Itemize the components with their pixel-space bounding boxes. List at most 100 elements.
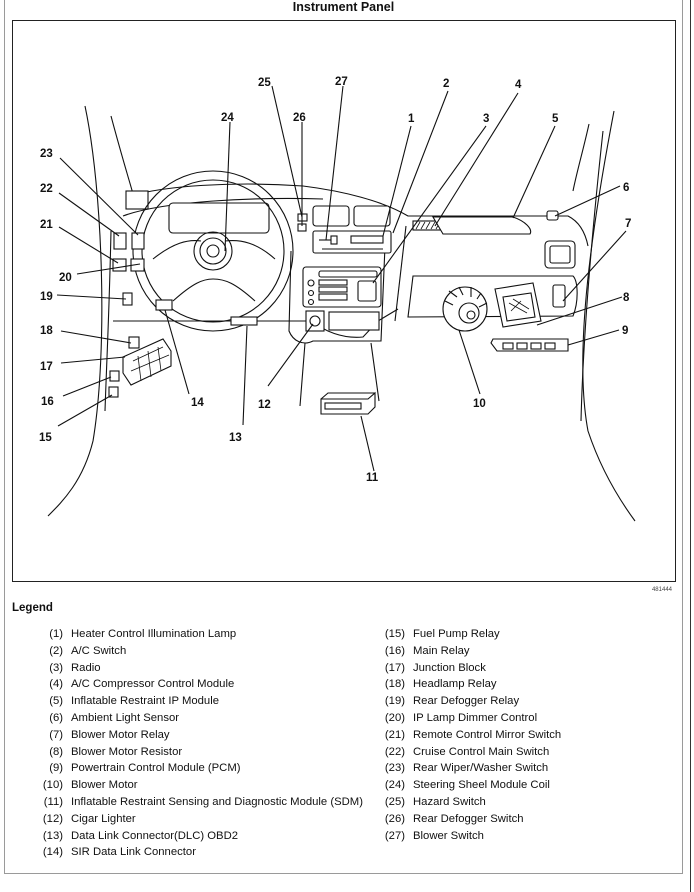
- legend-item-label: Blower Motor: [71, 779, 138, 792]
- legend-item: (4) A/C Compressor Control Module: [35, 676, 365, 693]
- callout-1: 1: [408, 113, 415, 125]
- legend-item-number: (18): [384, 678, 405, 691]
- callout-19: 19: [40, 291, 53, 303]
- diagram-drawing: 1 2 3 4 5 6 7 8 9 10 11 12 13 14 15 16 1…: [39, 76, 636, 522]
- legend-item: (11) Inflatable Restraint Sensing and Dia…: [35, 794, 365, 811]
- legend-item-number: (14): [42, 846, 63, 859]
- legend-item-number: (16): [384, 644, 405, 657]
- legend-item-label: Inflatable Restraint IP Module: [71, 695, 219, 708]
- console-leg-left: [299, 342, 306, 407]
- legend-item-number: (3): [49, 661, 63, 674]
- legend-item-label: Steering Sheel Module Coil: [413, 779, 550, 792]
- callout-13: 13: [229, 432, 242, 444]
- legend-item: (27) Blower Switch: [377, 828, 667, 845]
- legend-item-label: Heater Control Illumination Lamp: [71, 628, 237, 640]
- legend-item: (8) Blower Motor Resistor: [35, 744, 365, 761]
- callout-9: 9: [622, 325, 628, 337]
- data-link-connector: [230, 316, 258, 326]
- legend-item-label: Inflatable Restraint Sensing and Diagnos…: [71, 795, 363, 808]
- legend-item: (15) Fuel Pump Relay: [377, 626, 667, 643]
- legend-item: (6) Ambient Light Sensor: [35, 710, 365, 727]
- callout-8: 8: [623, 292, 630, 304]
- legend-item: (3) Radio: [35, 660, 365, 677]
- blower-motor: [442, 286, 488, 332]
- legend-item-number: (13): [42, 829, 63, 842]
- legend-item-number: (6): [49, 711, 63, 724]
- callout-16: 16: [41, 396, 54, 408]
- document-page: Instrument Panel 1 2 3 4 5 6 7 8 9 10 11…: [4, 0, 683, 874]
- radio-display: [357, 280, 377, 302]
- page-title: Instrument Panel: [292, 0, 395, 14]
- callout-11: 11: [366, 472, 379, 484]
- cigar-lighter-bezel: [305, 310, 325, 332]
- main-relay: [109, 370, 120, 382]
- legend-item-label: Blower Switch: [413, 829, 484, 842]
- callout-17: 17: [40, 361, 53, 373]
- legend-item-number: (22): [384, 745, 405, 758]
- legend-item-label: Ambient Light Sensor: [71, 711, 180, 724]
- callout-2: 2: [443, 78, 449, 90]
- legend-item-number: (7): [49, 728, 63, 741]
- legend-item-label: A/C Switch: [71, 644, 127, 657]
- callout-5: 5: [552, 113, 559, 125]
- legend-item: (1) Heater Control Illumination Lamp: [35, 626, 365, 643]
- legend-item: (21) Remote Control Mirror Switch: [377, 727, 667, 744]
- callout-24: 24: [221, 112, 234, 124]
- legend-item: (26) Rear Defogger Switch: [377, 811, 667, 828]
- legend-item-label: IP Lamp Dimmer Control: [413, 711, 538, 724]
- blower-motor-relay: [552, 284, 566, 308]
- legend-item-number: (9): [49, 762, 63, 775]
- legend-item: (25) Hazard Switch: [377, 794, 667, 811]
- legend-item-number: (26): [384, 812, 405, 825]
- legend-item-number: (12): [42, 812, 63, 825]
- callout-4: 4: [515, 79, 522, 91]
- legend-item-label: Main Relay: [413, 644, 470, 657]
- legend-item-number: (24): [384, 779, 405, 792]
- legend-item-label: Data Link Connector(DLC) OBD2: [71, 829, 239, 842]
- legend-item-label: Remote Control Mirror Switch: [413, 728, 562, 741]
- callout-10: 10: [473, 398, 486, 410]
- legend-item-label: Cruise Control Main Switch: [413, 745, 550, 758]
- legend-item-number: (5): [49, 695, 63, 708]
- legend-item-number: (27): [384, 829, 405, 842]
- legend-item-number: (2): [49, 644, 63, 657]
- legend-item: (9) Powertrain Control Module (PCM): [35, 760, 365, 777]
- instrument-cluster: [168, 202, 270, 234]
- left-a-pillar-outer: [47, 105, 103, 517]
- cluster-vent-left: [125, 190, 149, 210]
- console-storage: [328, 311, 380, 331]
- instrument-panel-diagram: 1 2 3 4 5 6 7 8 9 10 11 12 13 14 15 16 1…: [12, 20, 676, 582]
- legend-item-number: (17): [384, 661, 405, 674]
- legend-item-label: Rear Defogger Relay: [413, 695, 520, 708]
- right-pillar-line: [580, 130, 604, 422]
- legend-item-label: Rear Wiper/Washer Switch: [413, 762, 549, 775]
- ac-switch-row: [350, 235, 384, 244]
- legend-item: (19) Rear Defogger Relay: [377, 693, 667, 710]
- cruise-control-switch: [113, 232, 127, 250]
- legend-item: (17) Junction Block: [377, 660, 667, 677]
- legend-item-label: Headlamp Relay: [413, 678, 497, 691]
- legend-item-number: (8): [49, 745, 63, 758]
- sir-data-link-connector: [155, 299, 173, 311]
- legend-item-label: Powertrain Control Module (PCM): [71, 762, 241, 775]
- legend-item-label: Cigar Lighter: [71, 812, 136, 825]
- center-vent-left: [312, 205, 350, 227]
- legend-item-label: Blower Motor Relay: [71, 728, 170, 741]
- legend-item-label: Hazard Switch: [413, 795, 486, 808]
- legend-item: (13) Data Link Connector(DLC) OBD2: [35, 828, 365, 845]
- legend-column-left: (1) Heater Control Illumination Lamp (2) A/…: [35, 626, 365, 861]
- legend-item-number: (4): [49, 678, 63, 691]
- legend-item: (2) A/C Switch: [35, 643, 365, 660]
- legend-item-number: (23): [384, 762, 405, 775]
- legend-item-label: Rear Defogger Switch: [413, 812, 524, 825]
- legend-item-label: Radio: [71, 661, 101, 674]
- center-vent-right: [353, 205, 391, 227]
- callout-27: 27: [335, 76, 348, 88]
- legend-item: (12) Cigar Lighter: [35, 811, 365, 828]
- legend-heading: Legend: [12, 602, 53, 614]
- legend-item-label: Junction Block: [413, 661, 486, 674]
- legend-item: (5) Inflatable Restraint IP Module: [35, 693, 365, 710]
- legend-item: (16) Main Relay: [377, 643, 667, 660]
- callout-20: 20: [59, 272, 72, 284]
- legend-item: (14) SIR Data Link Connector: [35, 844, 365, 861]
